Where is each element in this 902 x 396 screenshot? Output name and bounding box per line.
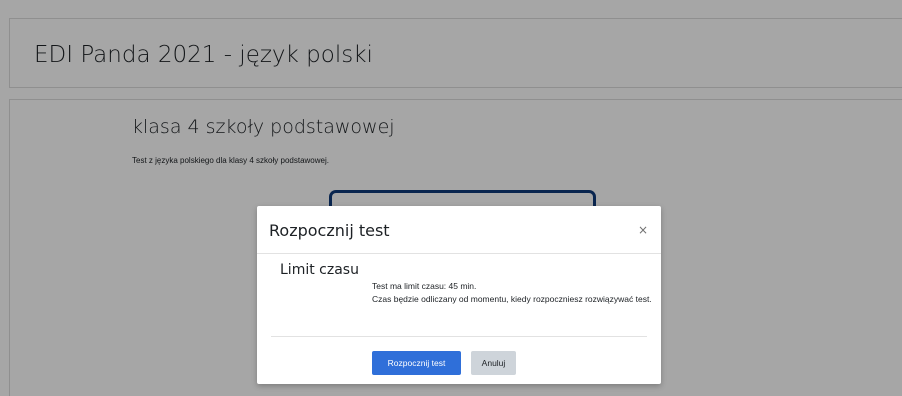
time-limit-info: Czas będzie odliczany od momentu, kiedy … bbox=[372, 294, 652, 304]
time-limit-text: Test ma limit czasu: 45 min. Czas będzie… bbox=[372, 280, 652, 306]
time-limit-value: Test ma limit czasu: 45 min. bbox=[372, 281, 477, 291]
cancel-button[interactable]: Anuluj bbox=[471, 351, 516, 375]
dialog-footer: Rozpocznij test Anuluj bbox=[271, 336, 647, 384]
time-limit-heading: Limit czasu bbox=[280, 262, 359, 278]
dialog-header: Rozpocznij test × bbox=[257, 206, 661, 254]
dialog-title: Rozpocznij test bbox=[269, 221, 390, 240]
start-quiz-dialog: Rozpocznij test × Limit czasu Test ma li… bbox=[257, 206, 661, 384]
start-quiz-button[interactable]: Rozpocznij test bbox=[372, 351, 461, 375]
close-icon[interactable]: × bbox=[635, 222, 651, 238]
